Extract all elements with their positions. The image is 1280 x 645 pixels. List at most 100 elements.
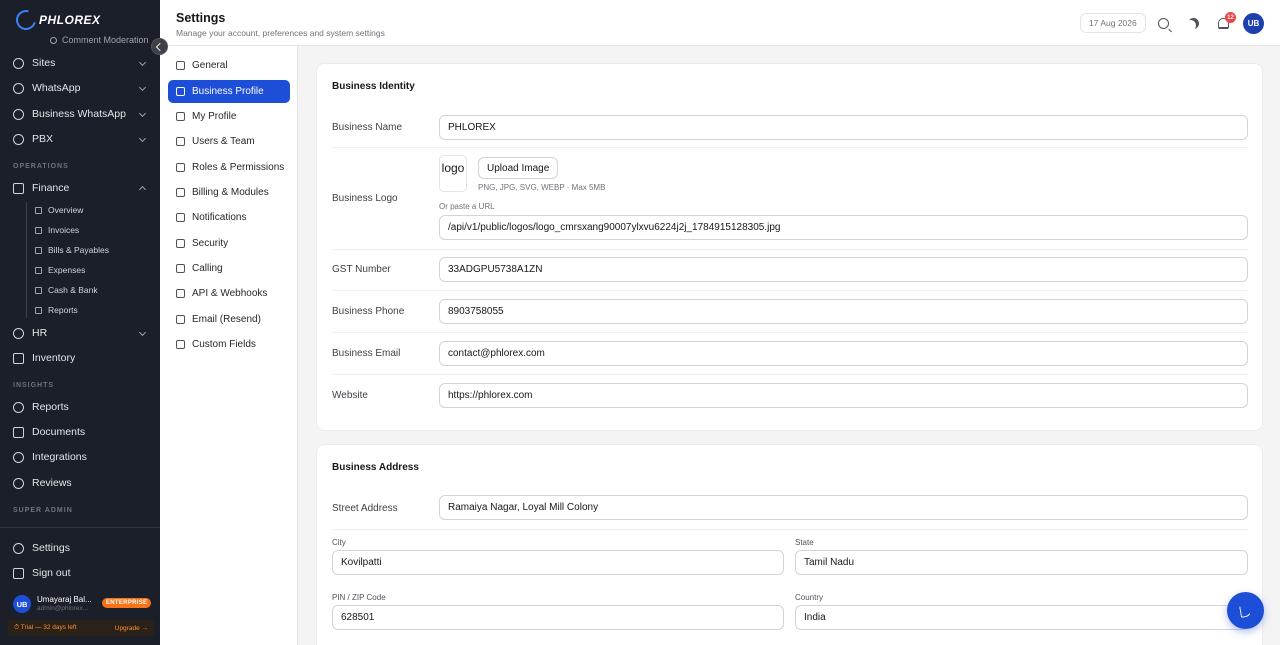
file-icon xyxy=(35,226,42,234)
box-icon xyxy=(13,352,24,364)
date-display: 17 Aug 2026 xyxy=(1080,13,1146,33)
phone-icon xyxy=(13,133,24,145)
country-input[interactable]: India xyxy=(795,605,1248,630)
bell-icon xyxy=(176,213,185,222)
gst-number-label: GST Number xyxy=(332,264,391,275)
sidebar-child-bills[interactable]: Bills & Payables xyxy=(35,242,109,258)
sidebar-child-reports[interactable]: Reports xyxy=(35,302,78,318)
sidebar-item-hr[interactable]: HR xyxy=(0,321,160,345)
tab-billing-modules[interactable]: Billing & Modules xyxy=(168,181,290,204)
logo-url-hint: Or paste a URL xyxy=(439,202,495,211)
app-sidebar: PHLOREX Comment Moderation Sites WhatsAp… xyxy=(0,0,160,645)
plug-icon xyxy=(13,451,24,463)
business-email-input[interactable]: contact@phlorex.com xyxy=(439,341,1248,366)
section-operations: OPERATIONS xyxy=(13,163,69,170)
business-name-input[interactable]: PHLOREX xyxy=(439,115,1248,140)
settings-nav: General Business Profile My Profile User… xyxy=(160,46,298,645)
city-input[interactable]: Kovilpatti xyxy=(332,550,784,575)
sidebar-child-invoices[interactable]: Invoices xyxy=(35,222,79,238)
trend-up-icon xyxy=(13,401,24,413)
sidebar-item-documents[interactable]: Documents xyxy=(0,420,160,444)
call-fab-button[interactable] xyxy=(1227,592,1264,629)
business-email-label: Business Email xyxy=(332,348,401,359)
street-address-input[interactable]: Ramaiya Nagar, Loyal Mill Colony xyxy=(439,495,1248,520)
tab-calling[interactable]: Calling xyxy=(168,257,290,280)
sidebar-item-pbx[interactable]: PBX xyxy=(0,127,160,151)
user-name: Umayaraj Bal... xyxy=(37,595,92,605)
logout-icon xyxy=(13,567,24,579)
sidebar-item-sign-out[interactable]: Sign out xyxy=(0,561,160,585)
chevron-up-icon xyxy=(138,185,147,194)
users-icon xyxy=(176,137,185,146)
sidebar-child-expenses[interactable]: Expenses xyxy=(35,262,85,278)
tab-custom-fields[interactable]: Custom Fields xyxy=(168,333,290,356)
chevron-down-icon xyxy=(138,83,147,92)
sidebar-item-reviews[interactable]: Reviews xyxy=(0,471,160,495)
folder-icon xyxy=(13,426,24,438)
tab-notifications[interactable]: Notifications xyxy=(168,206,290,229)
sidebar-item-integrations[interactable]: Integrations xyxy=(0,445,160,469)
notification-count: 12 xyxy=(1225,12,1236,23)
upgrade-link[interactable]: Upgrade → xyxy=(115,625,148,632)
business-phone-input[interactable]: 8903758055 xyxy=(439,299,1248,324)
chevron-down-icon xyxy=(138,58,147,67)
tab-email-resend[interactable]: Email (Resend) xyxy=(168,308,290,331)
business-logo-label: Business Logo xyxy=(332,193,398,204)
chevron-down-icon xyxy=(138,109,147,118)
sidebar-item-inventory[interactable]: Inventory xyxy=(0,346,160,370)
business-identity-card: Business Identity Business Name PHLOREX … xyxy=(316,63,1263,431)
tab-security[interactable]: Security xyxy=(168,232,290,255)
row-divider xyxy=(332,249,1248,250)
card-icon xyxy=(35,266,42,274)
sidebar-item-business-whatsapp[interactable]: Business WhatsApp xyxy=(0,102,160,126)
state-label: State xyxy=(795,538,814,547)
page-title: Settings xyxy=(176,11,226,25)
row-divider xyxy=(332,332,1248,333)
sidebar-item-settings[interactable]: Settings xyxy=(0,536,160,560)
upload-image-button[interactable]: Upload Image xyxy=(478,157,559,179)
pin-input[interactable]: 628501 xyxy=(332,605,784,630)
sidebar-child-overview[interactable]: Overview xyxy=(35,202,83,218)
logo-text: PHLOREX xyxy=(39,13,101,27)
avatar[interactable]: UB xyxy=(1243,13,1264,34)
sidebar-item-whatsapp[interactable]: WhatsApp xyxy=(0,76,160,100)
tab-roles-permissions[interactable]: Roles & Permissions xyxy=(168,156,290,179)
building-icon xyxy=(176,61,185,70)
chevron-down-icon xyxy=(138,134,147,143)
user-card[interactable]: UB Umayaraj Bal... admin@phlorex... ENTE… xyxy=(8,589,154,619)
logo-url-input[interactable]: /api/v1/public/logos/logo_cmrsxang90007y… xyxy=(439,215,1248,240)
page-subtitle: Manage your account, preferences and sys… xyxy=(176,28,385,38)
website-label: Website xyxy=(332,390,368,401)
row-divider xyxy=(332,374,1248,375)
moon-icon[interactable] xyxy=(1188,18,1199,29)
gear-icon xyxy=(13,542,24,554)
tab-my-profile[interactable]: My Profile xyxy=(168,105,290,128)
shield-icon xyxy=(176,239,185,248)
bar-chart-icon xyxy=(35,306,42,314)
webhook-icon xyxy=(176,289,185,298)
logo-format-hint: PNG, JPG, SVG, WEBP · Max 5MB xyxy=(478,183,606,192)
collapse-sidebar-button[interactable] xyxy=(151,38,168,55)
website-input[interactable]: https://phlorex.com xyxy=(439,383,1248,408)
briefcase-icon xyxy=(176,87,185,96)
sidebar-item-finance[interactable]: Finance xyxy=(0,176,160,200)
tab-users-team[interactable]: Users & Team xyxy=(168,130,290,153)
tab-api-webhooks[interactable]: API & Webhooks xyxy=(168,282,290,305)
brand-logo[interactable]: PHLOREX xyxy=(12,6,101,34)
row-divider xyxy=(332,290,1248,291)
search-icon[interactable] xyxy=(1158,18,1169,29)
sidebar-item-comment-moderation[interactable]: Comment Moderation xyxy=(50,35,149,45)
pin-label: PIN / ZIP Code xyxy=(332,593,386,602)
chevron-down-icon xyxy=(138,328,147,337)
tab-general[interactable]: General xyxy=(168,54,290,77)
sidebar-item-sites[interactable]: Sites xyxy=(0,51,160,75)
submenu-line xyxy=(26,202,27,318)
mail-icon xyxy=(176,315,185,324)
sidebar-child-cash-bank[interactable]: Cash & Bank xyxy=(35,282,98,298)
state-input[interactable]: Tamil Nadu xyxy=(795,550,1248,575)
tab-business-profile[interactable]: Business Profile xyxy=(168,80,290,103)
sidebar-item-reports[interactable]: Reports xyxy=(0,395,160,419)
settings-header: Settings Manage your account, preference… xyxy=(160,0,1280,46)
row-divider xyxy=(332,529,1248,530)
gst-number-input[interactable]: 33ADGPU5738A1ZN xyxy=(439,257,1248,282)
